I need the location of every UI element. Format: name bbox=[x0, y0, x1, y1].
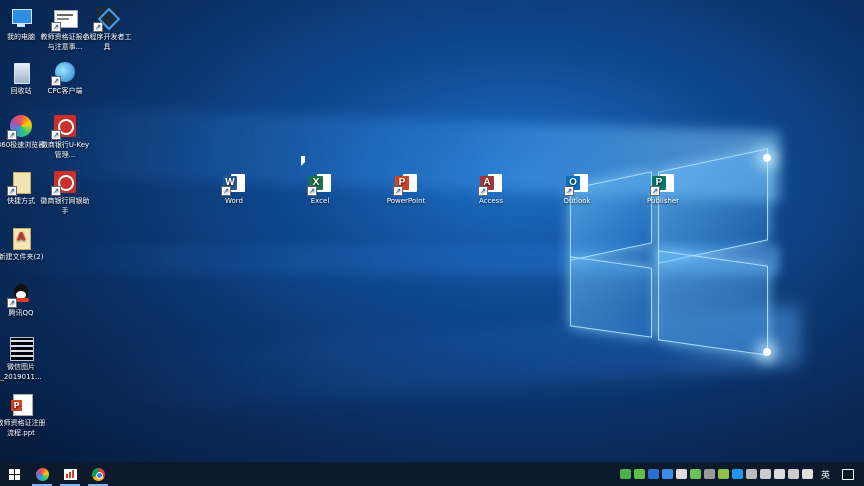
bluetooth-icon[interactable] bbox=[648, 469, 660, 479]
qq-icon: ↗ bbox=[7, 282, 33, 308]
start-button[interactable] bbox=[0, 462, 28, 486]
taskbar-presentation-app[interactable] bbox=[56, 462, 84, 486]
volume-icon[interactable] bbox=[802, 469, 814, 479]
input-language-indicator[interactable]: 英 bbox=[821, 468, 830, 481]
desktop-icon-powerpoint[interactable]: P ↗ PowerPoint bbox=[379, 172, 433, 206]
access-icon: A ↗ bbox=[478, 172, 502, 196]
desktop-icon-new-folder[interactable]: A 新建文件夹(2) bbox=[0, 226, 48, 262]
360-browser-icon: ↗ bbox=[7, 114, 33, 140]
action-center-icon[interactable] bbox=[842, 468, 854, 480]
chrome-icon bbox=[91, 467, 105, 481]
ppt-file-icon: P bbox=[9, 392, 33, 416]
printer-tray-icon[interactable] bbox=[774, 469, 786, 479]
desktop-icon-cpc[interactable]: ↗ CPC客户端 bbox=[38, 60, 92, 96]
mouse-cursor-icon bbox=[301, 156, 305, 166]
new-folder-icon: A bbox=[9, 226, 33, 250]
display-tray-icon[interactable] bbox=[760, 469, 772, 479]
taskbar-360-browser[interactable] bbox=[28, 462, 56, 486]
desktop-icon-publisher[interactable]: P ↗ Publisher bbox=[636, 172, 690, 206]
wifi-icon[interactable] bbox=[788, 469, 800, 479]
presentation-icon bbox=[63, 468, 77, 480]
device-tray-icon[interactable] bbox=[732, 469, 744, 479]
light-flare bbox=[763, 154, 771, 162]
excel-icon: X ↗ bbox=[307, 172, 331, 196]
taskbar: 英 bbox=[0, 462, 864, 486]
recycle-bin-icon bbox=[9, 60, 33, 84]
bank-ukey-icon: ↗ bbox=[51, 114, 77, 140]
cpc-client-icon: ↗ bbox=[51, 60, 77, 86]
bank-assistant-icon: ↗ bbox=[51, 170, 77, 196]
360-browser-icon bbox=[35, 467, 49, 481]
computer-icon bbox=[9, 6, 33, 30]
security-tray-icon[interactable] bbox=[690, 469, 702, 479]
desktop-icon-ppt-file[interactable]: P 教师资格证注册流程.ppt bbox=[0, 392, 48, 438]
desktop-icon-bank-assistant[interactable]: ↗ 徽商银行网银助手 bbox=[38, 170, 92, 216]
light-flare bbox=[763, 348, 771, 356]
document-icon: ↗ bbox=[51, 6, 78, 32]
desktop-icon-qr-image[interactable]: 微信图片_2019011... bbox=[0, 336, 48, 382]
shortcut-folder-icon: ↗ bbox=[7, 170, 33, 196]
system-tray: 英 bbox=[619, 462, 864, 486]
publisher-icon: P ↗ bbox=[650, 172, 674, 196]
wechat-tray-icon[interactable] bbox=[620, 469, 632, 479]
desktop-icon-access[interactable]: A ↗ Access bbox=[464, 172, 518, 206]
keyboard-tray-icon[interactable] bbox=[746, 469, 758, 479]
chat-tray-icon[interactable] bbox=[634, 469, 646, 479]
desktop-icon-devtools[interactable]: ↗ 小程序开发者工具 bbox=[80, 6, 134, 52]
desktop-icon-qq[interactable]: ↗ 腾讯QQ bbox=[0, 282, 48, 318]
desktop-icon-outlook[interactable]: O ↗ Outlook bbox=[550, 172, 604, 206]
app-tray-icon[interactable] bbox=[718, 469, 730, 479]
outlook-icon: O ↗ bbox=[564, 172, 588, 196]
cpc-tray-icon[interactable] bbox=[676, 469, 688, 479]
desktop-icon-excel[interactable]: X ↗ Excel bbox=[293, 172, 347, 206]
devtools-icon: ↗ bbox=[93, 6, 121, 32]
desktop-icon-word[interactable]: W ↗ Word bbox=[207, 172, 261, 206]
network-tray-icon[interactable] bbox=[662, 469, 674, 479]
usb-tray-icon[interactable] bbox=[704, 469, 716, 479]
word-icon: W ↗ bbox=[221, 172, 245, 196]
windows-start-icon bbox=[8, 468, 20, 480]
desktop-icon-bank-ukey[interactable]: ↗ 徽商银行U-Key管理... bbox=[38, 114, 92, 160]
taskbar-chrome[interactable] bbox=[84, 462, 112, 486]
desktop: 我的电脑 ↗ 教师资格证报名与注意事... ↗ 小程序开发者工具 回收站 ↗ C… bbox=[0, 0, 864, 462]
powerpoint-icon: P ↗ bbox=[393, 172, 417, 196]
qr-image-icon bbox=[9, 336, 34, 361]
